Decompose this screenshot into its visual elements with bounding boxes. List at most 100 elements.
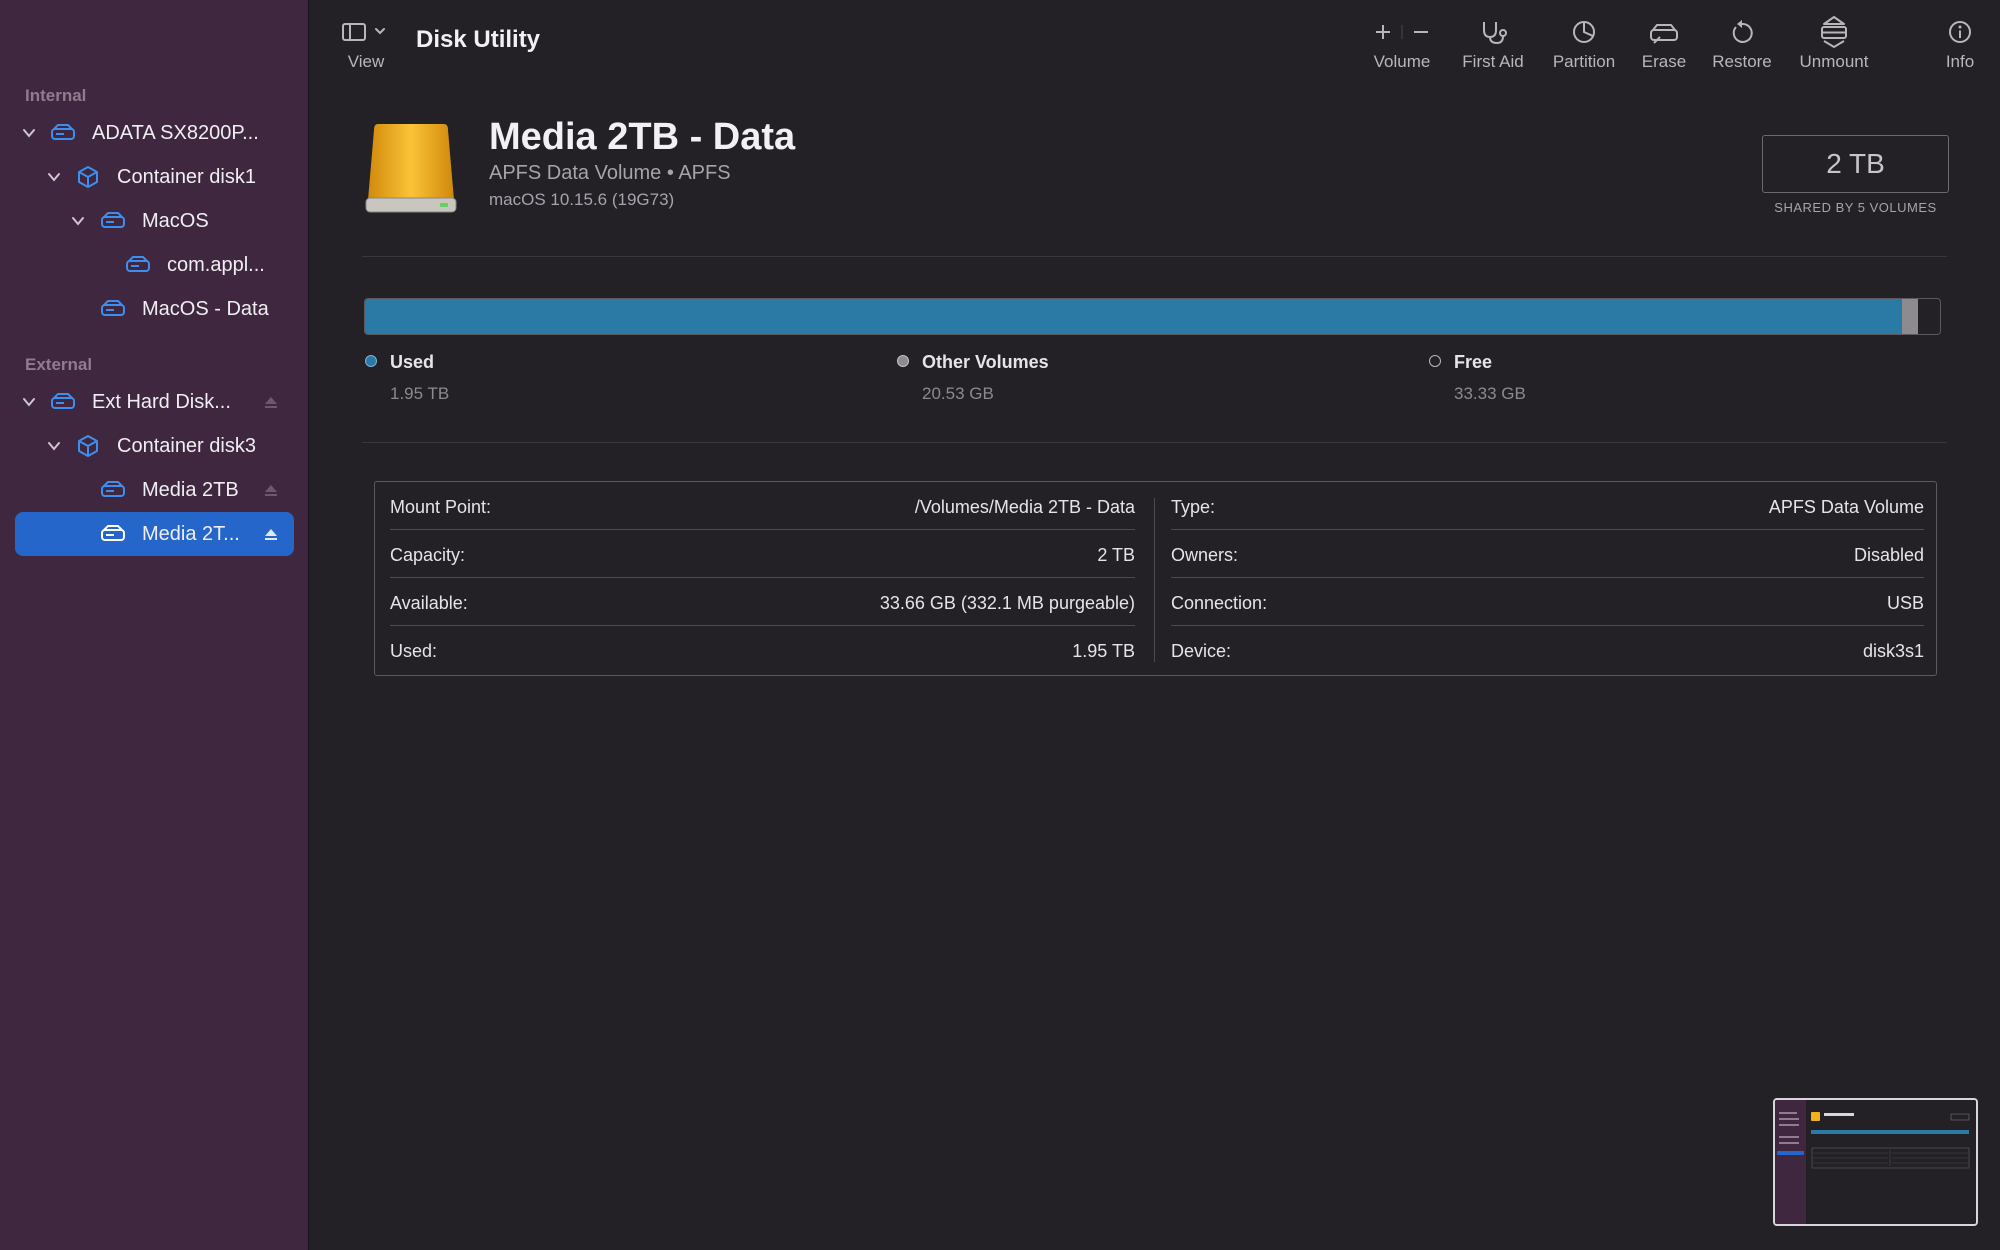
sidebar-item-label: MacOS - Data [142, 298, 269, 320]
info-value: 2 TB [1097, 545, 1135, 565]
info-row-available: Available: 33.66 GB (332.1 MB purgeable) [390, 578, 1135, 626]
sidebar-item-com-apple[interactable]: com.appl... [15, 243, 294, 287]
legend-free-swatch [1429, 355, 1441, 367]
info-value: disk3s1 [1862, 641, 1924, 661]
info-key: Owners: [1171, 545, 1239, 565]
legend-used-label: Used [390, 352, 435, 372]
info-icon [1949, 21, 1971, 43]
chevron-down-icon[interactable] [20, 124, 38, 142]
sidebar-item-label: MacOS [142, 210, 209, 232]
erase-button[interactable]: Erase [1636, 14, 1692, 72]
volume-icon [101, 525, 125, 541]
sidebar-item-label: Media 2T... [142, 523, 240, 545]
eject-icon[interactable] [263, 394, 279, 410]
info-button[interactable]: Info [1940, 14, 1980, 72]
section-label-external: External [25, 355, 93, 374]
info-value: /Volumes/Media 2TB - Data [914, 497, 1135, 517]
info-key: Connection: [1171, 593, 1268, 613]
info-key: Capacity: [390, 545, 466, 565]
sidebar-item-label: Media 2TB [142, 479, 239, 501]
capacity-note: SHARED BY 5 VOLUMES [1774, 200, 1937, 215]
erase-disk-icon [1650, 24, 1678, 44]
info-row-capacity: Capacity: 2 TB [390, 530, 1135, 578]
info-value: USB [1886, 593, 1924, 613]
restore-button[interactable]: Restore [1708, 14, 1776, 72]
sidebar-item-adata-disk[interactable]: ADATA SX8200P... [15, 111, 294, 155]
volume-label: Volume [1373, 52, 1431, 71]
thumbnail-preview-image [1775, 1100, 1976, 1224]
info-row-owners: Owners: Disabled [1171, 530, 1924, 578]
info-column-left: Mount Point: /Volumes/Media 2TB - Data C… [390, 482, 1135, 675]
partition-pie-icon [1573, 21, 1595, 43]
volume-subtitle: APFS Data Volume • APFS [489, 162, 731, 184]
volume-icon [101, 300, 125, 316]
column-divider [1154, 498, 1155, 662]
info-row-connection: Connection: USB [1171, 578, 1924, 626]
info-row-used: Used: 1.95 TB [390, 626, 1135, 674]
info-key: Used: [390, 641, 438, 661]
info-key: Device: [1171, 641, 1232, 661]
info-row-mount-point: Mount Point: /Volumes/Media 2TB - Data [390, 482, 1135, 530]
sidebar-toggle-icon [342, 23, 385, 41]
volume-button[interactable]: Volume [1366, 14, 1438, 72]
external-drive-icon [365, 124, 457, 213]
info-label: Info [1945, 52, 1975, 71]
sidebar-item-label: com.appl... [167, 254, 265, 276]
stethoscope-icon [1483, 22, 1507, 45]
partition-button[interactable]: Partition [1548, 14, 1620, 72]
volume-name: Media 2TB - Data [489, 116, 796, 158]
add-remove-volume-icon [1376, 25, 1428, 39]
eject-icon[interactable] [263, 526, 279, 542]
sidebar-item-container-disk3[interactable]: Container disk3 [15, 424, 294, 468]
partition-label: Partition [1552, 52, 1616, 71]
first-aid-button[interactable]: First Aid [1458, 14, 1528, 72]
sidebar-item-label: Container disk3 [117, 435, 256, 457]
info-value: 33.66 GB (332.1 MB purgeable) [879, 593, 1135, 613]
sidebar-item-media-2tb[interactable]: Media 2TB [15, 468, 294, 512]
sidebar-item-macos[interactable]: MacOS [15, 199, 294, 243]
view-button[interactable]: View [340, 14, 392, 72]
internal-disk-icon [51, 124, 75, 140]
info-key: Mount Point: [390, 497, 492, 517]
legend-free-value: 33.33 GB [1454, 384, 1526, 403]
chevron-down-icon[interactable] [69, 212, 87, 230]
chevron-down-icon[interactable] [45, 437, 63, 455]
restore-arrow-icon [1732, 20, 1753, 43]
capacity-box: 2 TB [1762, 135, 1949, 193]
info-value: Disabled [1853, 545, 1924, 565]
legend-free-label: Free [1454, 352, 1493, 372]
volume-icon [126, 256, 150, 272]
sidebar-item-ext-hard-disk[interactable]: Ext Hard Disk... [15, 380, 294, 424]
unmount-button[interactable]: Unmount [1794, 14, 1874, 72]
volume-icon [101, 481, 125, 497]
eject-icon[interactable] [263, 482, 279, 498]
info-key: Type: [1171, 497, 1216, 517]
sidebar-item-label: Container disk1 [117, 166, 256, 188]
view-label: View [347, 52, 385, 71]
legend-other-label: Other Volumes [922, 352, 1049, 372]
sidebar-item-media-2tb-data[interactable]: Media 2T... [15, 512, 294, 556]
sidebar-item-label: ADATA SX8200P... [92, 122, 259, 144]
unmount-label: Unmount [1799, 52, 1869, 71]
legend-used-value: 1.95 TB [390, 384, 450, 403]
info-table: Mount Point: /Volumes/Media 2TB - Data C… [374, 481, 1937, 676]
volume-os-version: macOS 10.15.6 (19G73) [489, 190, 675, 209]
erase-label: Erase [1641, 52, 1687, 71]
container-icon [78, 166, 98, 188]
info-row-type: Type: APFS Data Volume [1171, 482, 1924, 530]
usage-bar-used [365, 299, 1903, 334]
volume-icon [101, 212, 125, 228]
section-label-internal: Internal [25, 86, 87, 105]
sidebar-item-label: Ext Hard Disk... [92, 391, 231, 413]
external-disk-icon [51, 393, 75, 409]
sidebar-item-container-disk1[interactable]: Container disk1 [15, 155, 294, 199]
sidebar: Internal ADATA SX8200P... Container disk… [0, 0, 309, 1250]
app-title: Disk Utility [416, 26, 541, 53]
info-key: Available: [390, 593, 468, 613]
screenshot-thumbnail[interactable] [1773, 1098, 1978, 1226]
first-aid-label: First Aid [1462, 52, 1524, 71]
chevron-down-icon[interactable] [45, 168, 63, 186]
usage-bar [364, 298, 1941, 335]
sidebar-item-macos-data[interactable]: MacOS - Data [15, 287, 294, 331]
chevron-down-icon[interactable] [20, 393, 38, 411]
